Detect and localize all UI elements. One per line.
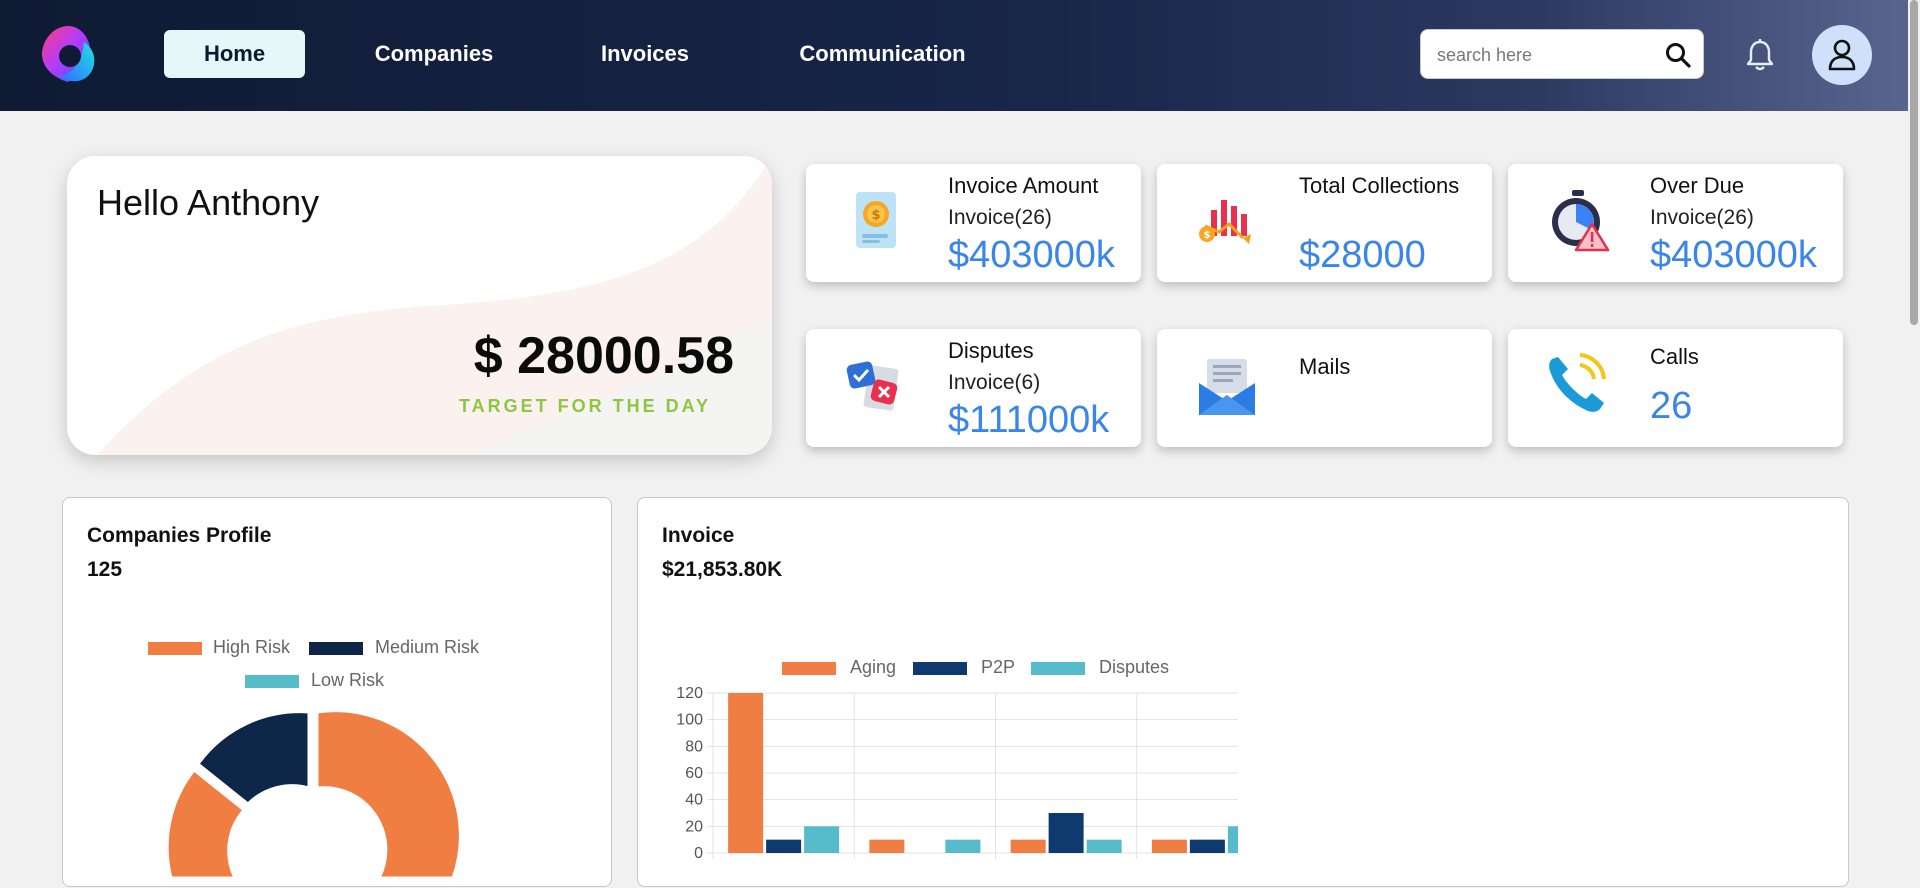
- target-amount: $ 28000.58: [473, 327, 734, 385]
- daily-target-card: Hello Anthony $ 28000.58 TARGET FOR THE …: [67, 156, 772, 455]
- y-tick-label: 20: [685, 818, 703, 835]
- tab-home[interactable]: Home: [164, 30, 305, 78]
- bar-aging[interactable]: [728, 693, 764, 853]
- legend-medium-risk[interactable]: Medium Risk: [375, 637, 479, 658]
- app-logo[interactable]: [38, 24, 98, 84]
- companies-profile-panel: Companies Profile 125 High Risk Medium R…: [62, 497, 612, 887]
- bar-aging[interactable]: [1151, 839, 1187, 853]
- bell-icon[interactable]: [1744, 38, 1776, 72]
- search-input[interactable]: [1435, 40, 1659, 70]
- phone-call-icon: [1549, 353, 1606, 412]
- legend-aging[interactable]: Aging: [850, 657, 896, 678]
- y-tick-label: 0: [694, 845, 703, 862]
- stat-card-mails[interactable]: Mails: [1157, 329, 1492, 447]
- stat-subtitle: Invoice(26): [948, 206, 1052, 229]
- bar-aging[interactable]: [869, 839, 905, 853]
- stat-card-calls[interactable]: Calls 26: [1508, 329, 1843, 447]
- y-tick-label: 80: [685, 738, 703, 755]
- mail-icon: [1199, 359, 1255, 415]
- search-box: [1420, 29, 1704, 79]
- panel-title: Companies Profile: [87, 524, 272, 547]
- top-navbar: Home Companies Invoices Communication: [0, 0, 1920, 111]
- stat-value: 26: [1650, 385, 1693, 427]
- invoice-coin-icon: $: [856, 192, 896, 248]
- legend-high-risk[interactable]: High Risk: [213, 637, 290, 658]
- disputes-icon: [846, 361, 899, 411]
- stat-value: $111000k: [948, 399, 1110, 441]
- bar-disputes[interactable]: [945, 839, 981, 853]
- stat-title: Invoice Amount: [948, 173, 1099, 198]
- bar-aging[interactable]: [1010, 839, 1046, 853]
- bar-disputes[interactable]: [804, 826, 840, 853]
- legend-low-risk[interactable]: Low Risk: [311, 670, 384, 691]
- stat-title: Calls: [1650, 344, 1699, 369]
- legend-swatch-low-risk[interactable]: [245, 675, 299, 688]
- bar-disputes[interactable]: [1227, 826, 1238, 853]
- y-tick-label: 100: [676, 712, 703, 729]
- stat-subtitle: Invoice(26): [1650, 206, 1754, 229]
- stat-card-invoice-amount[interactable]: $ Invoice Amount Invoice(26) $403000k: [806, 164, 1141, 282]
- overdue-stopwatch-icon: [1552, 190, 1610, 252]
- scrollbar-thumb[interactable]: [1910, 0, 1918, 325]
- bar-disputes[interactable]: [1086, 839, 1122, 853]
- stat-card-over-due[interactable]: Over Due Invoice(26) $403000k: [1508, 164, 1843, 282]
- y-tick-label: 40: [685, 792, 703, 809]
- tab-communication[interactable]: Communication: [780, 30, 985, 78]
- companies-count: 125: [87, 558, 123, 581]
- invoice-bar-chart: 0 20 40 60 80 100 120: [676, 685, 1238, 862]
- legend-swatch-high-risk[interactable]: [148, 642, 202, 655]
- bar-p2p[interactable]: [1189, 839, 1225, 853]
- bar-p2p[interactable]: [766, 839, 802, 853]
- legend-swatch-p2p[interactable]: [913, 662, 967, 675]
- search-icon[interactable]: [1665, 42, 1691, 68]
- stat-card-disputes[interactable]: Disputes Invoice(6) $111000k: [806, 329, 1141, 447]
- stat-title: Mails: [1299, 354, 1351, 379]
- bar-p2p[interactable]: [1048, 813, 1084, 853]
- y-tick-label: 60: [685, 765, 703, 782]
- profile-avatar-button[interactable]: [1812, 25, 1872, 85]
- panel-title: Invoice: [662, 524, 735, 547]
- stat-value: $403000k: [1650, 234, 1817, 276]
- svg-text:$: $: [871, 208, 880, 223]
- doughnut-slice-high-risk[interactable]: [315, 709, 462, 878]
- invoice-total: $21,853.80K: [662, 558, 783, 581]
- target-label: TARGET FOR THE DAY: [459, 396, 712, 416]
- tab-companies[interactable]: Companies: [360, 30, 508, 78]
- companies-risk-doughnut-chart: [165, 709, 462, 878]
- user-icon: [1828, 39, 1856, 71]
- greeting-text: Hello Anthony: [97, 182, 320, 223]
- stat-card-total-collections[interactable]: $ Total Collections $28000: [1157, 164, 1492, 282]
- legend-swatch-medium-risk[interactable]: [309, 642, 363, 655]
- legend-p2p[interactable]: P2P: [981, 657, 1015, 678]
- legend-swatch-disputes[interactable]: [1031, 662, 1085, 675]
- invoice-panel: Invoice $21,853.80K Aging P2P Disputes 0…: [637, 497, 1849, 887]
- legend-disputes[interactable]: Disputes: [1099, 657, 1169, 678]
- stat-value: $28000: [1299, 234, 1426, 276]
- stat-title: Over Due: [1650, 173, 1745, 198]
- stat-title: Total Collections: [1299, 173, 1460, 198]
- stat-title: Disputes: [948, 338, 1034, 363]
- svg-text:$: $: [1204, 230, 1211, 241]
- tab-invoices[interactable]: Invoices: [580, 30, 710, 78]
- legend-swatch-aging[interactable]: [782, 662, 836, 675]
- stat-value: $403000k: [948, 234, 1115, 276]
- collections-chart-icon: $: [1199, 200, 1251, 244]
- y-tick-label: 120: [676, 685, 703, 702]
- stat-subtitle: Invoice(6): [948, 371, 1041, 394]
